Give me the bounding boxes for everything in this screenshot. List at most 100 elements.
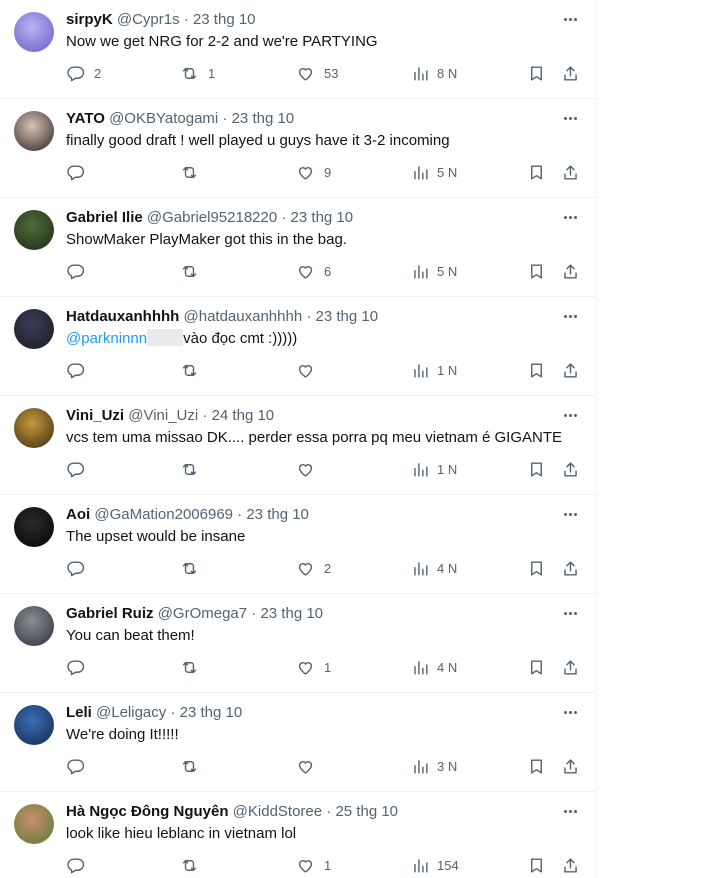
user-name[interactable]: sirpyK <box>66 11 117 28</box>
user-handle[interactable]: @GaMation2006969 <box>94 506 233 523</box>
user-handle[interactable]: @Gabriel95218220 <box>147 209 277 226</box>
user-handle[interactable]: @hatdauxanhhhh <box>184 308 303 325</box>
like-button[interactable] <box>296 360 324 380</box>
reply-button[interactable] <box>66 855 94 875</box>
tweet[interactable]: Vini_Uzi @Vini_Uzi · 24 thg 10 vcs tem u… <box>0 396 596 495</box>
views-button[interactable]: 4 N <box>411 558 457 578</box>
timestamp[interactable]: 23 thg 10 <box>246 506 309 523</box>
tweet[interactable]: Gabriel Ilie @Gabriel95218220 · 23 thg 1… <box>0 198 596 297</box>
views-button[interactable]: 4 N <box>411 657 457 677</box>
tweet[interactable]: Hatdauxanhhhh @hatdauxanhhhh · 23 thg 10… <box>0 297 596 396</box>
user-handle[interactable]: @Leligacy <box>96 704 166 721</box>
share-button[interactable] <box>561 756 580 776</box>
user-handle[interactable]: @Vini_Uzi <box>128 407 198 424</box>
bookmark-button[interactable] <box>527 459 546 479</box>
avatar[interactable] <box>14 12 54 52</box>
bookmark-button[interactable] <box>527 657 546 677</box>
more-icon[interactable] <box>558 404 582 424</box>
user-name[interactable]: Gabriel Ilie <box>66 209 147 226</box>
reply-button[interactable] <box>66 360 94 380</box>
reply-button[interactable] <box>66 162 94 182</box>
timestamp[interactable]: 23 thg 10 <box>232 110 295 127</box>
like-button[interactable]: 53 <box>296 63 338 83</box>
tweet[interactable]: Gabriel Ruiz @GrOmega7 · 23 thg 10 You c… <box>0 594 596 693</box>
retweet-button[interactable] <box>180 360 208 380</box>
bookmark-button[interactable] <box>527 558 546 578</box>
retweet-button[interactable] <box>180 855 208 875</box>
user-name[interactable]: Aoi <box>66 506 94 523</box>
avatar[interactable] <box>14 606 54 646</box>
retweet-button[interactable]: 1 <box>180 63 215 83</box>
avatar[interactable] <box>14 408 54 448</box>
user-handle[interactable]: @KiddStoree <box>233 803 322 820</box>
like-button[interactable] <box>296 756 324 776</box>
like-button[interactable]: 2 <box>296 558 331 578</box>
more-icon[interactable] <box>558 305 582 325</box>
views-button[interactable]: 154 <box>411 855 459 875</box>
share-button[interactable] <box>561 855 580 875</box>
user-handle[interactable]: @OKBYatogami <box>109 110 218 127</box>
reply-button[interactable] <box>66 657 94 677</box>
share-button[interactable] <box>561 162 580 182</box>
share-button[interactable] <box>561 63 580 83</box>
more-icon[interactable] <box>558 701 582 721</box>
retweet-button[interactable] <box>180 261 208 281</box>
more-icon[interactable] <box>558 8 582 28</box>
bookmark-button[interactable] <box>527 63 546 83</box>
user-name[interactable]: Leli <box>66 704 96 721</box>
bookmark-button[interactable] <box>527 855 546 875</box>
more-icon[interactable] <box>558 602 582 622</box>
mention-link[interactable]: @parkninnn <box>66 330 147 347</box>
share-button[interactable] <box>561 261 580 281</box>
views-button[interactable]: 1 N <box>411 360 457 380</box>
timestamp[interactable]: 24 thg 10 <box>212 407 275 424</box>
bookmark-button[interactable] <box>527 756 546 776</box>
user-handle[interactable]: @GrOmega7 <box>158 605 247 622</box>
share-button[interactable] <box>561 558 580 578</box>
avatar[interactable] <box>14 705 54 745</box>
bookmark-button[interactable] <box>527 162 546 182</box>
views-button[interactable]: 5 N <box>411 162 457 182</box>
reply-button[interactable]: 2 <box>66 63 101 83</box>
like-button[interactable]: 1 <box>296 855 331 875</box>
retweet-button[interactable] <box>180 657 208 677</box>
like-button[interactable]: 1 <box>296 657 331 677</box>
user-name[interactable]: YATO <box>66 110 109 127</box>
views-button[interactable]: 8 N <box>411 63 457 83</box>
tweet[interactable]: sirpyK @Cypr1s · 23 thg 10 Now we get NR… <box>0 0 596 99</box>
user-name[interactable]: Gabriel Ruiz <box>66 605 158 622</box>
like-button[interactable] <box>296 459 324 479</box>
reply-button[interactable] <box>66 459 94 479</box>
tweet[interactable]: YATO @OKBYatogami · 23 thg 10 finally go… <box>0 99 596 198</box>
more-icon[interactable] <box>558 206 582 226</box>
retweet-button[interactable] <box>180 558 208 578</box>
reply-button[interactable] <box>66 756 94 776</box>
views-button[interactable]: 3 N <box>411 756 457 776</box>
avatar[interactable] <box>14 507 54 547</box>
share-button[interactable] <box>561 360 580 380</box>
reply-button[interactable] <box>66 558 94 578</box>
avatar[interactable] <box>14 309 54 349</box>
timestamp[interactable]: 23 thg 10 <box>291 209 354 226</box>
tweet[interactable]: Leli @Leligacy · 23 thg 10 We're doing I… <box>0 693 596 792</box>
timestamp[interactable]: 23 thg 10 <box>180 704 243 721</box>
retweet-button[interactable] <box>180 162 208 182</box>
like-button[interactable]: 6 <box>296 261 331 281</box>
user-name[interactable]: Hatdauxanhhhh <box>66 308 184 325</box>
avatar[interactable] <box>14 804 54 844</box>
tweet[interactable]: Aoi @GaMation2006969 · 23 thg 10 The ups… <box>0 495 596 594</box>
avatar[interactable] <box>14 111 54 151</box>
like-button[interactable]: 9 <box>296 162 331 182</box>
more-icon[interactable] <box>558 800 582 820</box>
timestamp[interactable]: 23 thg 10 <box>193 11 256 28</box>
views-button[interactable]: 5 N <box>411 261 457 281</box>
user-handle[interactable]: @Cypr1s <box>117 11 180 28</box>
views-button[interactable]: 1 N <box>411 459 457 479</box>
share-button[interactable] <box>561 459 580 479</box>
avatar[interactable] <box>14 210 54 250</box>
timestamp[interactable]: 23 thg 10 <box>316 308 379 325</box>
bookmark-button[interactable] <box>527 261 546 281</box>
bookmark-button[interactable] <box>527 360 546 380</box>
timestamp[interactable]: 25 thg 10 <box>335 803 398 820</box>
timestamp[interactable]: 23 thg 10 <box>260 605 323 622</box>
